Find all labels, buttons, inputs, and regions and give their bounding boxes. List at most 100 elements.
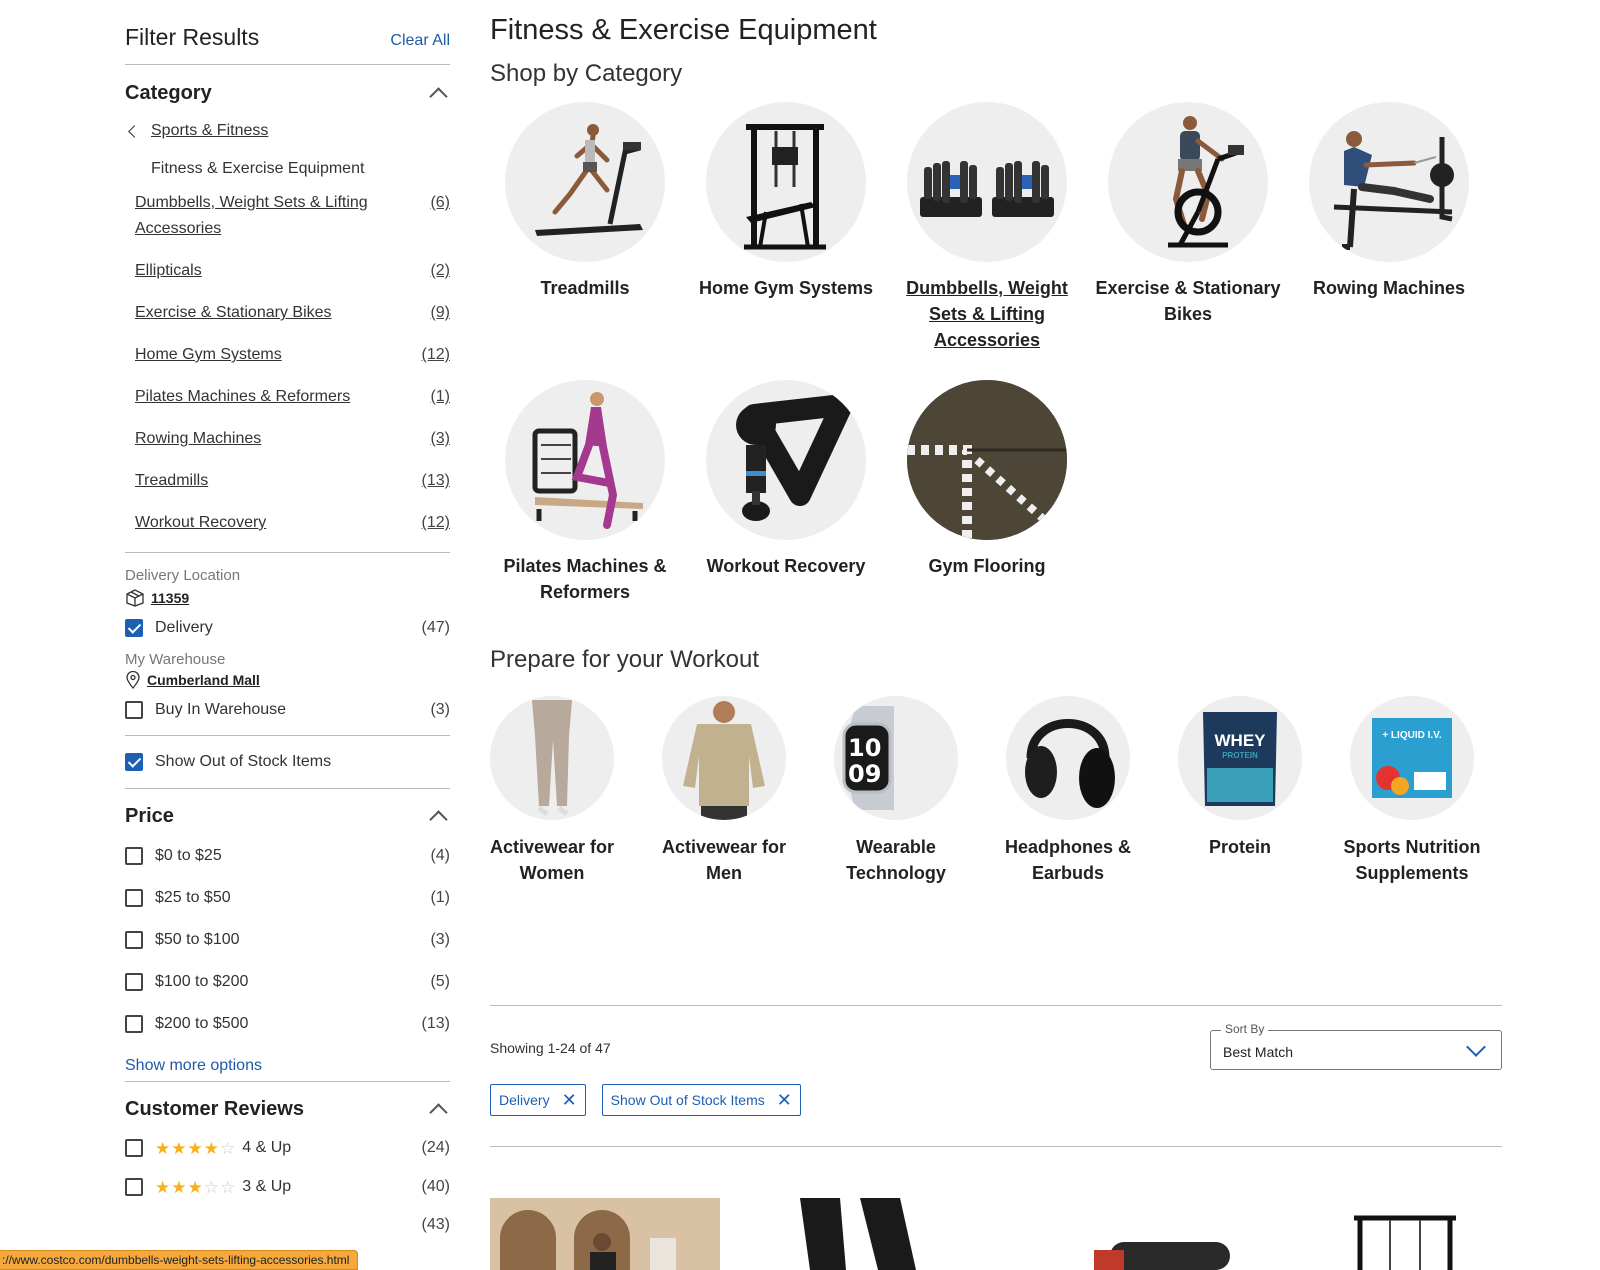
treadmill-icon[interactable] <box>505 102 665 262</box>
category-item[interactable]: Exercise & Stationary Bikes (9) <box>125 300 450 326</box>
supplement-icon[interactable]: + LIQUID I.V. <box>1350 696 1474 820</box>
clear-all-link[interactable]: Clear All <box>390 32 450 50</box>
parent-category-link[interactable]: Sports & Fitness <box>151 122 268 140</box>
close-icon[interactable]: ✕ <box>562 1091 577 1109</box>
prepare-tile-label[interactable]: Headphones & Earbuds <box>988 834 1148 886</box>
price-checkbox[interactable] <box>125 1015 143 1033</box>
category-item[interactable]: Workout Recovery (12) <box>125 510 450 536</box>
prepare-tile-supplements[interactable]: + LIQUID I.V. Sports Nutrition Supplemen… <box>1332 696 1492 886</box>
category-item-label[interactable]: Treadmills <box>135 468 208 494</box>
category-tile-label[interactable]: Exercise & Stationary Bikes <box>1093 275 1283 327</box>
review-checkbox[interactable] <box>125 1139 143 1157</box>
out-of-stock-filter[interactable]: Show Out of Stock Items <box>125 749 450 775</box>
pilates-icon[interactable] <box>505 380 665 540</box>
prepare-tile-headphones[interactable]: Headphones & Earbuds <box>988 696 1148 886</box>
category-item-label[interactable]: Exercise & Stationary Bikes <box>135 300 332 326</box>
category-item[interactable]: Pilates Machines & Reformers (1) <box>125 384 450 410</box>
category-tile-label[interactable]: Pilates Machines & Reformers <box>490 553 680 605</box>
category-item[interactable]: Home Gym Systems (12) <box>125 342 450 368</box>
chevron-up-icon[interactable] <box>429 86 448 106</box>
buy-in-warehouse-checkbox[interactable] <box>125 701 143 719</box>
product-image[interactable] <box>1330 1198 1480 1270</box>
out-of-stock-checkbox[interactable] <box>125 753 143 771</box>
category-tile-pilates[interactable]: Pilates Machines & Reformers <box>490 380 680 605</box>
prepare-tile-wearables[interactable]: 10 09 Wearable Technology <box>816 696 976 886</box>
home-gym-icon[interactable] <box>706 102 866 262</box>
review-checkbox[interactable] <box>125 1178 143 1196</box>
filter-chip-out-of-stock[interactable]: Show Out of Stock Items ✕ <box>601 1084 801 1116</box>
prepare-tile-label[interactable]: Sports Nutrition Supplements <box>1332 834 1492 886</box>
category-tile-label[interactable]: Dumbbells, Weight Sets & Lifting Accesso… <box>892 275 1082 353</box>
price-checkbox[interactable] <box>125 847 143 865</box>
delivery-filter[interactable]: Delivery (47) <box>125 615 450 641</box>
category-tile-home-gym[interactable]: Home Gym Systems <box>691 102 881 301</box>
category-item-label[interactable]: Rowing Machines <box>135 426 261 452</box>
review-option[interactable]: ★ ★ ★ ★ ☆ 4 & Up (24) <box>125 1135 450 1161</box>
category-tile-bikes[interactable]: Exercise & Stationary Bikes <box>1093 102 1283 327</box>
watch-icon[interactable]: 10 09 <box>834 696 958 820</box>
price-option[interactable]: $25 to $50 (1) <box>125 885 450 911</box>
sort-dropdown[interactable]: Sort By Best Match <box>1210 1022 1502 1070</box>
filter-chip-delivery[interactable]: Delivery ✕ <box>490 1084 586 1116</box>
leggings-icon[interactable] <box>490 696 614 820</box>
category-tile-label[interactable]: Workout Recovery <box>691 553 881 579</box>
category-item-label[interactable]: Dumbbells, Weight Sets & Lifting Accesso… <box>135 190 385 242</box>
prepare-tile-label[interactable]: Activewear for Men <box>644 834 804 886</box>
massage-gun-icon[interactable] <box>706 380 866 540</box>
chevron-up-icon[interactable] <box>429 1102 448 1122</box>
category-tile-label[interactable]: Rowing Machines <box>1294 275 1484 301</box>
prepare-tile-label[interactable]: Activewear for Women <box>472 834 632 886</box>
headphones-icon[interactable] <box>1006 696 1130 820</box>
category-tile-recovery[interactable]: Workout Recovery <box>691 380 881 579</box>
prepare-tile-women[interactable]: Activewear for Women <box>472 696 632 886</box>
price-checkbox[interactable] <box>125 973 143 991</box>
dumbbell-icon[interactable] <box>907 102 1067 262</box>
price-checkbox[interactable] <box>125 889 143 907</box>
chevron-down-icon[interactable] <box>1466 1037 1486 1057</box>
category-item[interactable]: Treadmills (13) <box>125 468 450 494</box>
category-tile-flooring[interactable]: Gym Flooring <box>892 380 1082 579</box>
product-image[interactable] <box>1090 1198 1240 1270</box>
category-tile-dumbbells[interactable]: Dumbbells, Weight Sets & Lifting Accesso… <box>892 102 1082 353</box>
protein-icon[interactable]: WHEY PROTEIN <box>1178 696 1302 820</box>
flooring-icon[interactable] <box>907 380 1067 540</box>
show-more-options-link[interactable]: Show more options <box>125 1057 450 1077</box>
product-image[interactable] <box>490 1198 720 1270</box>
category-section-header[interactable]: Category <box>125 81 450 106</box>
review-option[interactable]: ★ ★ ★ ☆ ☆ 3 & Up (40) <box>125 1174 450 1200</box>
category-item-label[interactable]: Ellipticals <box>135 258 202 284</box>
price-option[interactable]: $200 to $500 (13) <box>125 1011 450 1037</box>
reviews-section-header[interactable]: Customer Reviews <box>125 1097 450 1122</box>
price-option[interactable]: $50 to $100 (3) <box>125 927 450 953</box>
chevron-up-icon[interactable] <box>429 809 448 829</box>
rowing-icon[interactable] <box>1309 102 1469 262</box>
category-item-label[interactable]: Home Gym Systems <box>135 342 282 368</box>
prepare-tile-protein[interactable]: WHEY PROTEIN Protein <box>1160 696 1320 860</box>
prepare-tile-label[interactable]: Protein <box>1160 834 1320 860</box>
category-item-label[interactable]: Pilates Machines & Reformers <box>135 384 350 410</box>
close-icon[interactable]: ✕ <box>777 1091 792 1109</box>
category-tile-label[interactable]: Gym Flooring <box>892 553 1082 579</box>
category-item-label[interactable]: Workout Recovery <box>135 510 266 536</box>
price-checkbox[interactable] <box>125 931 143 949</box>
category-item[interactable]: Dumbbells, Weight Sets & Lifting Accesso… <box>125 190 450 242</box>
bike-icon[interactable] <box>1108 102 1268 262</box>
warehouse-filter[interactable]: Buy In Warehouse (3) <box>125 697 450 723</box>
category-tile-label[interactable]: Treadmills <box>490 275 680 301</box>
warehouse-link[interactable]: Cumberland Mall <box>147 672 260 688</box>
prepare-tile-men[interactable]: Activewear for Men <box>644 696 804 886</box>
price-option[interactable]: $100 to $200 (5) <box>125 969 450 995</box>
category-tile-treadmills[interactable]: Treadmills <box>490 102 680 301</box>
price-section-header[interactable]: Price <box>125 804 450 829</box>
category-item[interactable]: Ellipticals (2) <box>125 258 450 284</box>
category-tile-label[interactable]: Home Gym Systems <box>691 275 881 301</box>
prepare-tile-label[interactable]: Wearable Technology <box>816 834 976 886</box>
delivery-checkbox[interactable] <box>125 619 143 637</box>
delivery-zip-link[interactable]: 11359 <box>151 590 189 606</box>
back-to-parent[interactable]: Sports & Fitness <box>125 121 450 141</box>
review-option[interactable]: (43) <box>125 1212 450 1238</box>
hoodie-icon[interactable] <box>662 696 786 820</box>
category-item[interactable]: Rowing Machines (3) <box>125 426 450 452</box>
product-image[interactable] <box>780 1198 940 1270</box>
price-option[interactable]: $0 to $25 (4) <box>125 843 450 869</box>
